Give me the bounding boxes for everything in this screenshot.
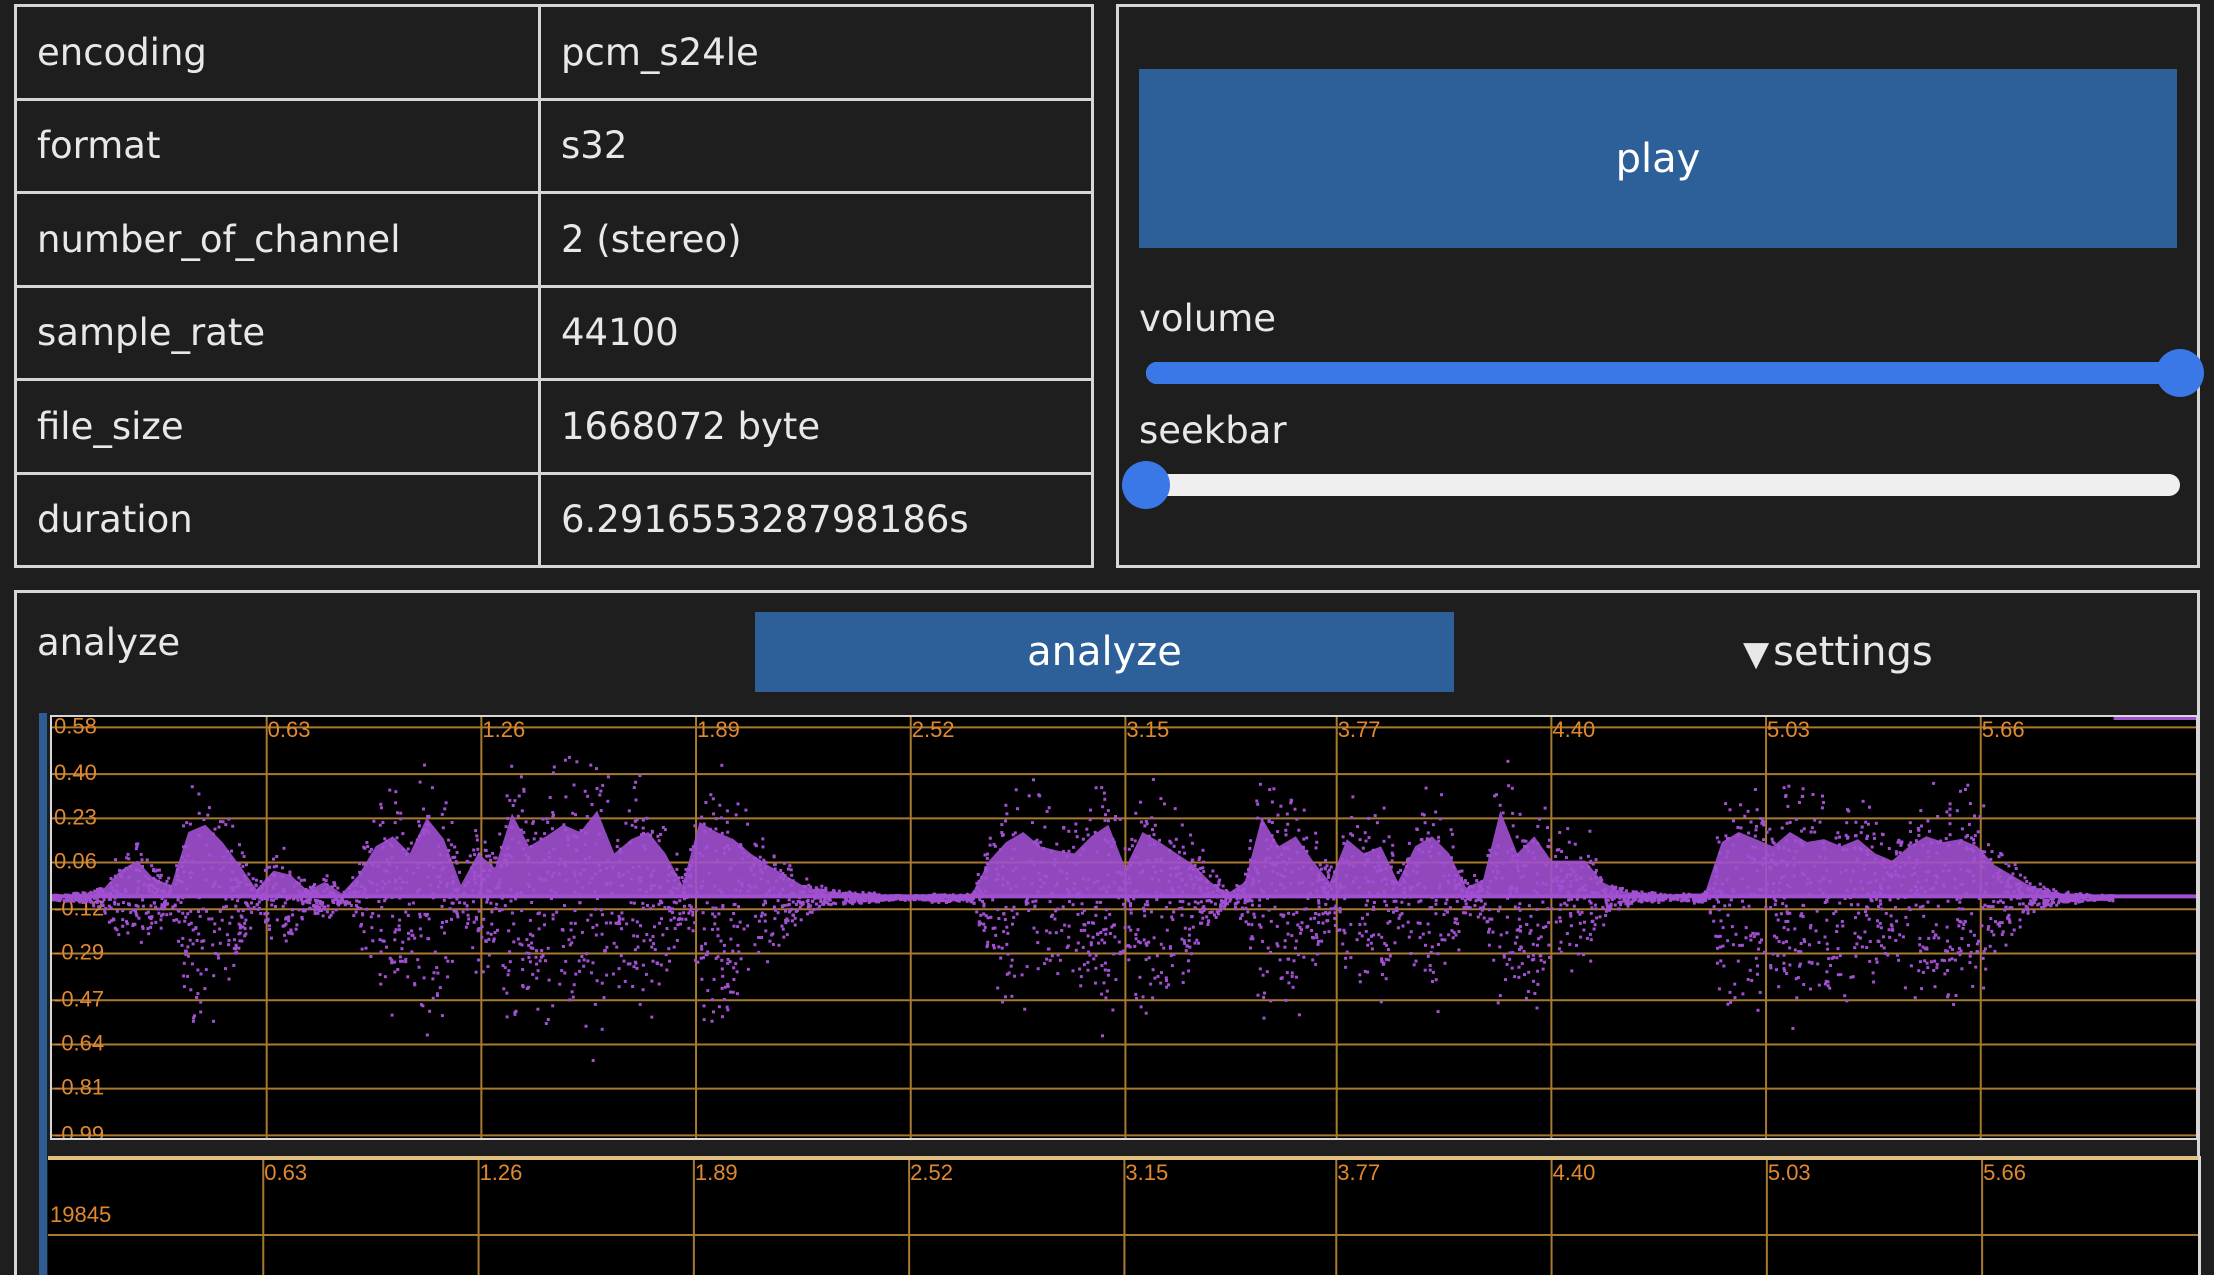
waveform-envelope [52, 810, 2114, 895]
info-value: 2 (stereo) [538, 191, 1094, 288]
info-value: s32 [538, 97, 1094, 194]
app-root: encoding pcm_s24le format s32 number_of_… [0, 0, 2214, 1275]
waveform-x-tick-label: 2.52 [912, 717, 955, 742]
table-row: number_of_channel 2 (stereo) [14, 191, 1094, 288]
analyze-button[interactable]: analyze [755, 612, 1454, 692]
waveform-y-tick-label: 0.06 [54, 849, 97, 874]
spectrogram-y-tick-label: 19845 [50, 1202, 111, 1227]
track-marker [39, 713, 47, 1275]
waveform-x-tick-label: 4.40 [1552, 717, 1595, 742]
triangle-down-icon: ▼ [1743, 634, 1770, 674]
spectrogram-x-tick-label: 1.26 [480, 1160, 523, 1185]
info-key: duration [14, 471, 541, 568]
analyze-panel: analyze analyze ▼ settings 0.58 0.40 0.23 0.… [14, 590, 2201, 1275]
seekbar-slider-thumb[interactable] [1122, 461, 1170, 509]
table-row: sample_rate 44100 [14, 284, 1094, 381]
waveform-x-tick-label: 1.26 [482, 717, 525, 742]
info-key: format [14, 97, 541, 194]
seekbar-label: seekbar [1139, 409, 1287, 452]
info-key: number_of_channel [14, 191, 541, 288]
waveform-chart[interactable]: 0.58 0.40 0.23 0.06 -0.12 -0.29 -0.47 -0.64 -0.8… [50, 715, 2198, 1140]
spectrogram-x-tick-label: 4.40 [1553, 1160, 1596, 1185]
waveform-x-tick-label: 0.63 [268, 717, 311, 742]
table-row: format s32 [14, 97, 1094, 194]
waveform-y-tick-label: -0.47 [54, 986, 104, 1011]
spectrogram-x-tick-label: 3.77 [1337, 1160, 1380, 1185]
info-key: encoding [14, 4, 541, 101]
volume-label: volume [1139, 297, 1277, 340]
spectrogram-x-tick-label: 5.03 [1768, 1160, 1811, 1185]
waveform-y-tick-label: 0.23 [54, 804, 97, 829]
table-row: duration 6.291655328798186s [14, 471, 1094, 568]
waveform-y-tick-label: -0.64 [54, 1030, 104, 1055]
waveform-x-tick-label: 3.77 [1338, 717, 1381, 742]
info-value: 1668072 byte [538, 378, 1094, 475]
info-value: pcm_s24le [538, 4, 1094, 101]
table-row: file_size 1668072 byte [14, 378, 1094, 475]
table-row: encoding pcm_s24le [14, 4, 1094, 101]
waveform-x-tick-label: 5.03 [1767, 717, 1810, 742]
volume-slider[interactable] [1146, 349, 2204, 397]
audio-info-table: encoding pcm_s24le format s32 number_of_… [14, 4, 1094, 568]
waveform-y-tick-label: -0.99 [54, 1121, 104, 1138]
spectrogram-x-tick-label: 0.63 [264, 1160, 307, 1185]
info-value: 44100 [538, 284, 1094, 381]
settings-label: settings [1773, 629, 1933, 675]
info-key: sample_rate [14, 284, 541, 381]
seekbar-slider[interactable] [1122, 461, 2180, 509]
player-panel: play volume seekbar [1116, 4, 2204, 568]
spectrogram-chart[interactable]: 0.63 1.26 1.89 2.52 3.15 3.77 4.40 5.03 5.66 1984… [48, 1156, 2198, 1275]
info-key: file_size [14, 378, 541, 475]
waveform-y-tick-label: 0.40 [54, 760, 97, 785]
settings-toggle[interactable]: ▼ settings [1743, 629, 1933, 675]
volume-slider-fill [1146, 362, 2180, 384]
waveform-x-tick-label: 3.15 [1126, 717, 1169, 742]
spectrogram-x-tick-label: 3.15 [1125, 1160, 1168, 1185]
spectrogram-border [2198, 1156, 2201, 1275]
play-button[interactable]: play [1139, 69, 2177, 248]
analyze-section-label: analyze [37, 621, 181, 664]
waveform-y-tick-label: -0.81 [54, 1075, 104, 1100]
volume-slider-thumb[interactable] [2156, 349, 2204, 397]
spectrogram-svg: 0.63 1.26 1.89 2.52 3.15 3.77 4.40 5.03 5.66 1984… [48, 1160, 2198, 1275]
spectrogram-x-tick-label: 1.89 [695, 1160, 738, 1185]
waveform-x-tick-label: 1.89 [697, 717, 740, 742]
waveform-x-tick-label: 5.66 [1982, 717, 2025, 742]
waveform-svg: 0.580.400.230.06-0.12-0.29-0.47-0.64-0.8… [52, 717, 2196, 1138]
spectrogram-x-tick-label: 2.52 [910, 1160, 953, 1185]
waveform-y-tick-label: 0.58 [54, 717, 97, 738]
info-value: 6.291655328798186s [538, 471, 1094, 568]
waveform-y-tick-label: -0.29 [54, 939, 104, 964]
spectrogram-x-tick-label: 5.66 [1983, 1160, 2026, 1185]
